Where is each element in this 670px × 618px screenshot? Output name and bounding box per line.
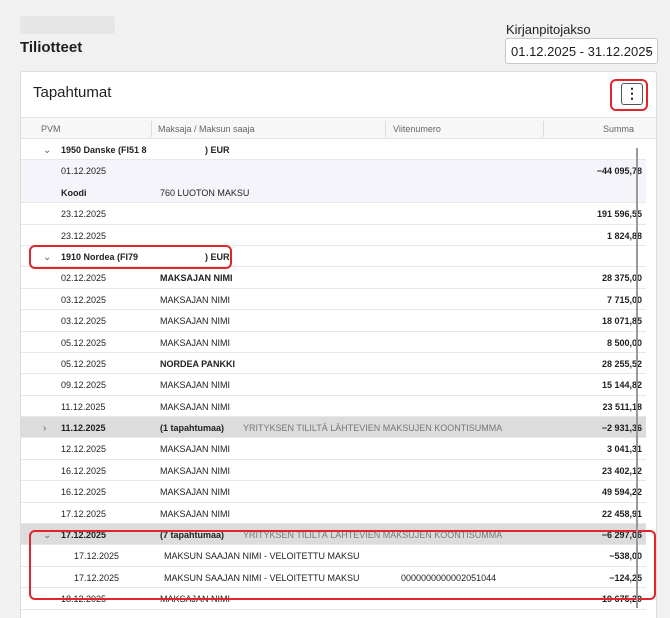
group-row-danske[interactable]: ⌄ 1950 Danske (FI51 8 ) EUR [21, 139, 646, 161]
period-value: 01.12.2025 - 31.12.2025 [511, 44, 653, 59]
row-payee: MAKSAJAN NIMI [160, 487, 231, 498]
table-row[interactable]: 02.12.2025 MAKSAJAN NIMI 28 375,00 [21, 267, 646, 289]
table-row[interactable]: 17.12.2025 MAKSUN SAAJAN NIMI - VELOITETT… [21, 545, 646, 567]
transactions-table: ⌄ 1950 Danske (FI51 8 ) EUR 01.12.2025 −… [21, 139, 646, 610]
table-row[interactable]: 16.12.2025 MAKSAJAN NIMI 23 402,12 [21, 460, 646, 482]
more-options-button[interactable]: ⋮ [621, 83, 643, 105]
period-label: Kirjanpitojakso [506, 22, 591, 37]
table-row[interactable]: 17.12.2025 MAKSUN SAAJAN NIMI - VELOITETT… [21, 567, 646, 589]
row-date: 17.12.2025 [74, 551, 120, 562]
row-payee: NORDEA PANKKI [160, 358, 236, 369]
row-date: 05.12.2025 [61, 358, 107, 369]
table-row[interactable]: 05.12.2025 MAKSAJAN NIMI 8 500,00 [21, 332, 646, 353]
row-date: 12.12.2025 [61, 444, 107, 455]
table-row[interactable]: 09.12.2025 MAKSAJAN NIMI 15 144,82 [21, 374, 646, 396]
group-suffix: ) EUR [205, 145, 230, 155]
table-row[interactable]: 01.12.2025 −44 095,78 [21, 160, 646, 182]
scrollbar[interactable] [636, 148, 638, 608]
row-payee: MAKSAJAN NIMI [160, 273, 233, 284]
page-title: Tiliotteet [20, 39, 83, 56]
row-code-value: 760 LUOTON MAKSU [160, 187, 250, 198]
table-row[interactable]: 11.12.2025 MAKSAJAN NIMI 23 511,18 [21, 396, 646, 418]
col-payee[interactable]: Maksaja / Maksun saaja [158, 124, 255, 134]
table-row[interactable]: 23.12.2025 191 596,55 [21, 203, 646, 225]
row-payee: MAKSAJAN NIMI [160, 316, 231, 327]
group-label: 1910 Nordea (FI79 [61, 251, 139, 262]
group-suffix: ) EUR [205, 251, 230, 262]
row-payee: MAKSAJAN NIMI [160, 508, 231, 519]
transactions-panel: Tapahtumat ⋮ PVM Maksaja / Maksun saaja … [20, 71, 657, 618]
row-date: 01.12.2025 [61, 166, 107, 177]
table-row[interactable]: 16.12.2025 MAKSAJAN NIMI 49 594,22 [21, 481, 646, 503]
row-date: 23.12.2025 [61, 230, 107, 241]
row-payee: MAKSUN SAAJAN NIMI - VELOITETTU MAKSU [164, 572, 360, 583]
table-header: PVM Maksaja / Maksun saaja Viitenumero S… [21, 117, 656, 139]
table-row[interactable]: 03.12.2025 MAKSAJAN NIMI 7 715,00 [21, 289, 646, 311]
row-date: 11.12.2025 [61, 423, 106, 434]
row-date: 16.12.2025 [61, 487, 107, 498]
row-date: 03.12.2025 [61, 316, 107, 327]
row-payee: MAKSAJAN NIMI [160, 401, 231, 412]
row-payee: MAKSAJAN NIMI [160, 465, 231, 476]
table-row[interactable]: 03.12.2025 MAKSAJAN NIMI 18 071,85 [21, 310, 646, 332]
chevron-down-icon[interactable]: ⌄ [43, 145, 51, 156]
row-payee: MAKSAJAN NIMI [160, 594, 231, 605]
chevron-right-icon[interactable]: › [43, 423, 46, 434]
table-row: Koodi 760 LUOTON MAKSU [21, 181, 646, 204]
summary-row[interactable]: ⌄ 17.12.2025 (7 tapahtumaa) YRITYKSEN TI… [21, 524, 646, 546]
row-description: YRITYKSEN TILILTÄ LÄHTEVIEN MAKSUJEN KOO… [243, 530, 503, 541]
row-count: (7 tapahtumaa) [160, 530, 225, 541]
table-row[interactable]: 05.12.2025 NORDEA PANKKI 28 255,52 [21, 353, 646, 375]
table-row[interactable]: 23.12.2025 1 824,88 [21, 225, 646, 246]
row-payee: MAKSAJAN NIMI [160, 380, 231, 391]
row-date: 03.12.2025 [61, 294, 107, 305]
table-row[interactable]: 17.12.2025 MAKSAJAN NIMI 22 458,91 [21, 503, 646, 525]
row-date: 11.12.2025 [61, 401, 106, 412]
row-code-label: Koodi [61, 187, 87, 198]
row-date: 05.12.2025 [61, 337, 107, 348]
row-date: 09.12.2025 [61, 380, 107, 391]
table-row[interactable]: 12.12.2025 MAKSAJAN NIMI 3 041,31 [21, 438, 646, 460]
col-ref[interactable]: Viitenumero [393, 124, 441, 134]
row-payee: MAKSAJAN NIMI [160, 444, 231, 455]
row-payee: MAKSAJAN NIMI [160, 337, 231, 348]
row-date: 16.12.2025 [61, 465, 107, 476]
row-date: 17.12.2025 [61, 530, 107, 541]
chevron-down-icon: ⌄ [643, 44, 653, 56]
table-row[interactable]: 18.12.2025 MAKSAJAN NIMI 19 675,20 [21, 588, 646, 610]
summary-row[interactable]: › 11.12.2025 (1 tapahtumaa) YRITYKSEN TI… [21, 417, 646, 439]
panel-title: Tapahtumat [33, 84, 112, 101]
row-description: YRITYKSEN TILILTÄ LÄHTEVIEN MAKSUJEN KOO… [243, 423, 503, 434]
col-amount[interactable]: Summa [603, 124, 634, 134]
col-date[interactable]: PVM [41, 124, 61, 134]
row-date: 02.12.2025 [61, 273, 107, 284]
row-payee: MAKSAJAN NIMI [160, 294, 231, 305]
row-date: 18.12.2025 [61, 594, 107, 605]
period-select[interactable]: 01.12.2025 - 31.12.2025 ⌄ [505, 38, 658, 64]
row-count: (1 tapahtumaa) [160, 423, 225, 434]
row-payee: MAKSUN SAAJAN NIMI - VELOITETTU MAKSU [164, 551, 360, 562]
vertical-dots-icon: ⋮ [625, 85, 639, 101]
group-row-nordea[interactable]: ⌄ 1910 Nordea (FI79 ) EUR [21, 245, 646, 268]
chevron-down-icon[interactable]: ⌄ [43, 252, 51, 263]
row-date: 17.12.2025 [74, 572, 120, 583]
row-ref: 0000000000002051044 [401, 572, 497, 583]
group-label: 1950 Danske (FI51 8 [61, 145, 147, 155]
blurred-breadcrumb [20, 16, 115, 34]
chevron-down-icon[interactable]: ⌄ [43, 530, 51, 541]
row-date: 17.12.2025 [61, 508, 107, 519]
row-date: 23.12.2025 [61, 209, 107, 220]
